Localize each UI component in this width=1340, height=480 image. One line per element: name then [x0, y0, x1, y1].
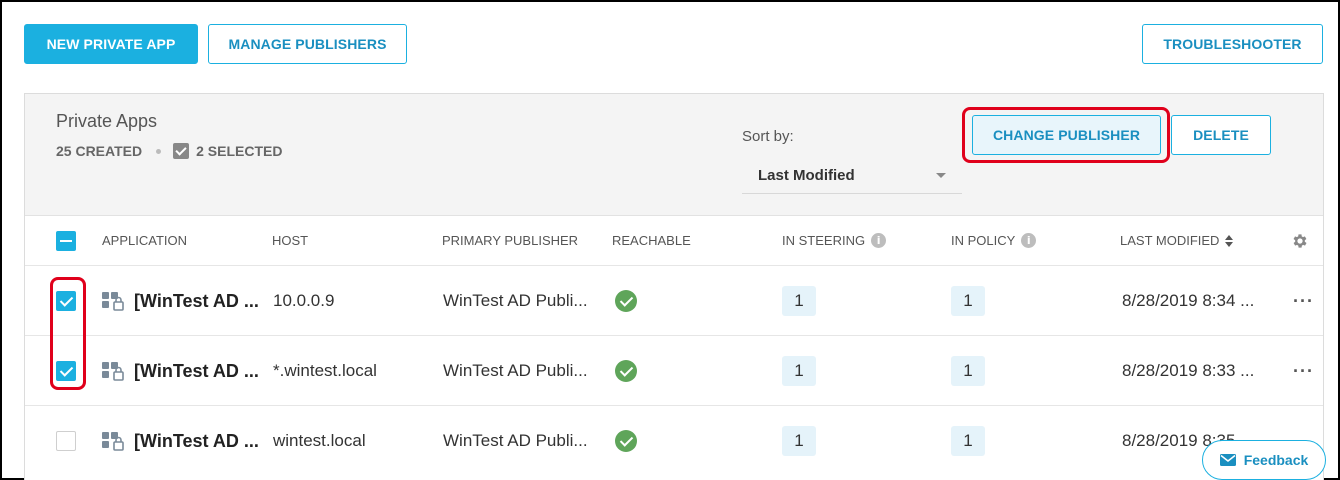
col-reachable-label: REACHABLE — [612, 233, 691, 248]
separator-dot — [156, 148, 162, 154]
col-host[interactable]: HOST — [272, 233, 308, 248]
info-icon[interactable]: i — [871, 233, 887, 248]
reachable-check-icon — [615, 360, 637, 382]
panel-counts: 25 CREATED 2 SELECTED — [56, 143, 282, 159]
in-policy-count[interactable]: 1 — [951, 356, 985, 386]
application-cell[interactable]: [WinTest AD ... — [102, 266, 259, 336]
sort-icon — [1225, 234, 1234, 247]
manage-publishers-button[interactable]: MANAGE PUBLISHERS — [208, 24, 407, 64]
in-steering-count[interactable]: 1 — [782, 356, 816, 386]
panel-title: Private Apps — [56, 111, 158, 131]
host-cell: 10.0.0.9 — [273, 291, 335, 310]
more-options-icon[interactable]: ··· — [1293, 266, 1314, 336]
sort-value: Last Modified — [758, 167, 855, 184]
in-policy-count[interactable]: 1 — [951, 426, 985, 456]
host-cell: wintest.local — [273, 431, 366, 450]
reachable-check-icon — [615, 430, 637, 452]
reachable-check-icon — [615, 290, 637, 312]
in-steering-cell: 1 — [782, 266, 816, 336]
publisher-cell: WinTest AD Publi... — [443, 431, 588, 450]
in-policy-cell: 1 — [951, 336, 985, 406]
reachable-cell — [615, 266, 637, 336]
in-steering-cell: 1 — [782, 336, 816, 406]
application-name: [WinTest AD ... — [134, 430, 259, 451]
in-policy-count[interactable]: 1 — [951, 286, 985, 316]
application-name: [WinTest AD ... — [134, 360, 259, 381]
col-application-label: APPLICATION — [102, 233, 188, 248]
feedback-label: Feedback — [1243, 452, 1309, 468]
sort-select[interactable]: Last Modified — [742, 158, 962, 194]
last-modified-cell: 8/28/2019 8:34 ... — [1122, 291, 1255, 310]
row-checkbox[interactable] — [56, 431, 76, 451]
feedback-button[interactable]: Feedback — [1202, 440, 1326, 480]
in-steering-cell: 1 — [782, 406, 816, 476]
last-modified-cell: 8/28/2019 8:33 ... — [1122, 361, 1255, 380]
in-policy-cell: 1 — [951, 406, 985, 476]
application-cell[interactable]: [WinTest AD ... — [102, 336, 259, 406]
col-primary-publisher[interactable]: PRIMARY PUBLISHER — [442, 233, 578, 248]
sort-label: Sort by: — [742, 128, 794, 145]
highlight-change-publisher — [962, 107, 1170, 163]
private-app-icon — [102, 362, 124, 381]
table-row[interactable]: [WinTest AD ... wintest.local WinTest AD… — [25, 405, 1323, 475]
col-in-steering-label: IN STEERING — [782, 233, 866, 248]
select-all-checkbox[interactable] — [56, 231, 76, 251]
col-in-policy-label: IN POLICY — [951, 233, 1016, 248]
col-primary-publisher-label: PRIMARY PUBLISHER — [442, 233, 579, 248]
col-reachable[interactable]: REACHABLE — [612, 233, 691, 248]
private-app-icon — [102, 292, 124, 311]
publisher-cell: WinTest AD Publi... — [443, 291, 588, 310]
col-last-modified-label: LAST MODIFIED — [1120, 233, 1220, 248]
col-host-label: HOST — [272, 233, 309, 248]
created-count: 25 CREATED — [56, 143, 143, 159]
selected-check-icon — [173, 143, 190, 159]
col-in-policy[interactable]: IN POLICY i — [951, 233, 1037, 248]
reachable-cell — [615, 336, 637, 406]
in-steering-count[interactable]: 1 — [782, 426, 816, 456]
table-row[interactable]: [WinTest AD ... *.wintest.local WinTest … — [25, 335, 1323, 405]
application-cell[interactable]: [WinTest AD ... — [102, 406, 259, 476]
private-app-icon — [102, 432, 124, 451]
new-private-app-button[interactable]: NEW PRIVATE APP — [24, 24, 198, 64]
selected-count: 2 SELECTED — [196, 143, 283, 159]
host-cell: *.wintest.local — [273, 361, 377, 380]
caret-down-icon — [936, 173, 946, 178]
mail-icon — [1219, 454, 1236, 466]
reachable-cell — [615, 406, 637, 476]
more-options-icon[interactable]: ··· — [1293, 336, 1314, 406]
application-name: [WinTest AD ... — [134, 290, 259, 311]
publisher-cell: WinTest AD Publi... — [443, 361, 588, 380]
col-application[interactable]: APPLICATION — [102, 233, 187, 248]
gear-icon[interactable] — [1291, 232, 1309, 250]
col-last-modified[interactable]: LAST MODIFIED — [1120, 233, 1234, 248]
info-icon[interactable]: i — [1021, 233, 1037, 248]
in-policy-cell: 1 — [951, 266, 985, 336]
table-row[interactable]: [WinTest AD ... 10.0.0.9 WinTest AD Publ… — [25, 265, 1323, 335]
col-in-steering[interactable]: IN STEERING i — [782, 233, 887, 248]
in-steering-count[interactable]: 1 — [782, 286, 816, 316]
highlight-selected-checkboxes — [50, 277, 86, 390]
delete-button[interactable]: DELETE — [1171, 115, 1271, 155]
troubleshooter-button[interactable]: TROUBLESHOOTER — [1142, 24, 1323, 64]
